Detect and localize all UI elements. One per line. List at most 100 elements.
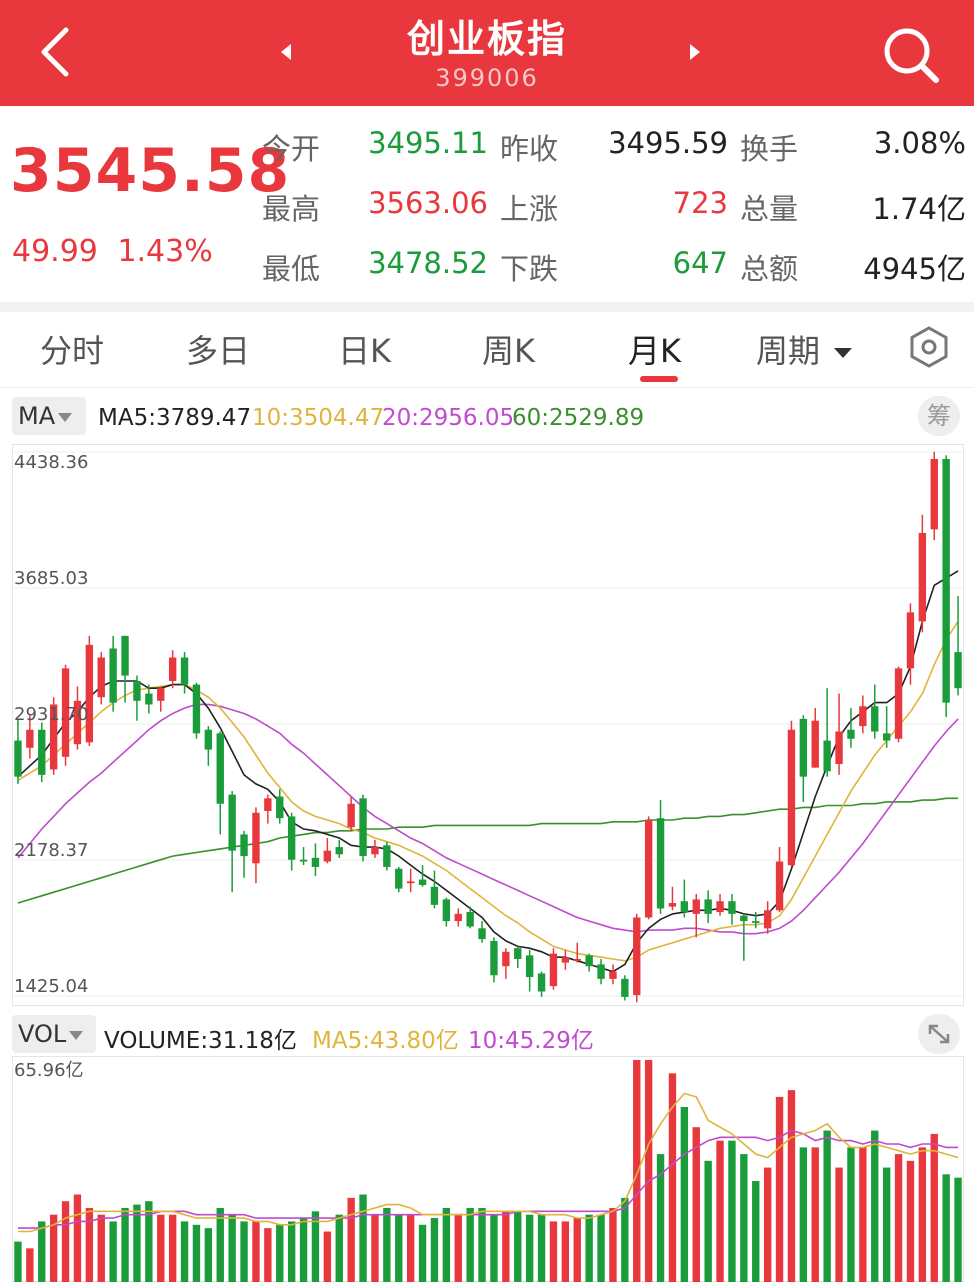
volume-axis-label: 65.96亿 <box>14 1060 84 1081</box>
volume-bar <box>85 1207 94 1282</box>
prev-close-value: 3495.59 <box>608 126 728 160</box>
chip-distribution-button[interactable]: 筹 <box>918 396 960 436</box>
expand-icon[interactable] <box>918 1014 960 1054</box>
volume-bar <box>478 1207 486 1282</box>
volume-bar <box>680 1106 689 1282</box>
volume-bar <box>859 1147 867 1282</box>
candle <box>835 693 843 775</box>
ma5-line <box>17 570 959 973</box>
ma-legend-bar: MA MA5:3789.47 10:3504.47 20:2956.05 60:… <box>0 392 974 440</box>
change-value: 49.99 <box>12 234 98 269</box>
candle <box>537 971 546 997</box>
candle <box>276 789 284 824</box>
volume-chart[interactable]: 65.96亿 <box>12 1056 964 1282</box>
search-icon[interactable] <box>876 20 946 90</box>
volume-bar <box>395 1214 403 1282</box>
candle <box>942 455 950 718</box>
volume-ma10-legend: 10:45.29亿 <box>468 1028 594 1054</box>
tab-monthly-k[interactable]: 月K <box>628 326 681 372</box>
candle <box>585 953 593 972</box>
volume-bar <box>918 1147 927 1282</box>
tab-intraday[interactable]: 分时 <box>40 326 104 372</box>
volume-bar <box>740 1154 748 1282</box>
volume-bar <box>490 1214 498 1282</box>
volume-bar <box>97 1214 105 1282</box>
candle <box>525 949 534 992</box>
turnover-label: 换手 <box>740 132 799 166</box>
section-divider <box>0 302 974 312</box>
volume-bar <box>621 1197 629 1282</box>
volume-bar <box>359 1194 367 1282</box>
candle <box>763 901 772 934</box>
candle <box>728 894 736 925</box>
volume-bar <box>728 1140 736 1282</box>
volume-bar <box>787 1090 796 1282</box>
candle <box>882 706 891 748</box>
high-value: 3563.06 <box>368 186 488 220</box>
volume-bar <box>418 1224 427 1282</box>
next-index-icon[interactable] <box>682 40 706 64</box>
candle <box>490 937 498 983</box>
indicator-selector-vol[interactable]: VOL <box>12 1015 96 1053</box>
candle <box>97 652 105 705</box>
volume-bar <box>716 1140 724 1282</box>
volume-bar <box>525 1214 534 1282</box>
candle <box>323 838 332 864</box>
volume-bar <box>502 1211 510 1282</box>
ma60-line <box>17 797 959 904</box>
candlestick-chart[interactable]: 4438.36 3685.03 2931.70 2178.37 1425.04 <box>12 444 964 1006</box>
candle <box>799 715 808 802</box>
candle <box>478 921 486 943</box>
candle <box>406 868 415 893</box>
volume-bar <box>26 1248 34 1282</box>
candle <box>704 890 712 923</box>
volume-bar <box>835 1167 843 1282</box>
settings-hexagon-icon[interactable] <box>904 322 954 372</box>
volume-bar <box>633 1060 641 1282</box>
candle <box>621 975 629 1001</box>
volume-bar <box>775 1096 784 1282</box>
volume-bar <box>299 1218 308 1282</box>
volume-bar <box>204 1228 213 1282</box>
candle <box>383 841 391 871</box>
volume-bar <box>61 1201 70 1282</box>
candle <box>252 807 260 884</box>
tab-period-dropdown[interactable]: 周期 <box>756 326 853 372</box>
candle <box>561 949 570 970</box>
volume-bar <box>514 1211 522 1282</box>
tab-weekly-k[interactable]: 周K <box>482 326 535 372</box>
candle <box>395 866 403 893</box>
indicator-selector-ma[interactable]: MA <box>12 397 86 435</box>
advancers-value: 723 <box>672 186 728 220</box>
total-amount-value: 4945亿 <box>863 252 966 286</box>
tab-multi-day[interactable]: 多日 <box>186 326 250 372</box>
candle <box>918 514 927 633</box>
volume-bar <box>192 1224 201 1282</box>
candle <box>299 847 308 866</box>
volume-bar <box>430 1218 439 1282</box>
chevron-down-icon <box>69 1030 84 1040</box>
volume-bar <box>240 1221 248 1282</box>
volume-bar <box>168 1214 177 1282</box>
candle <box>668 886 677 911</box>
volume-bar <box>799 1147 808 1282</box>
volume-bar <box>133 1204 141 1282</box>
volume-bar <box>549 1221 558 1282</box>
volume-bar <box>180 1221 189 1282</box>
advancers-label: 上涨 <box>500 192 559 226</box>
tab-daily-k[interactable]: 日K <box>338 326 391 372</box>
volume-bar <box>38 1221 46 1282</box>
volume-bar <box>871 1130 879 1282</box>
volume-bar <box>466 1207 474 1282</box>
volume-bar <box>252 1221 260 1282</box>
volume-bar <box>371 1214 379 1282</box>
volume-bar <box>276 1224 284 1282</box>
candle <box>514 946 522 969</box>
volume-bar <box>109 1221 117 1282</box>
candle <box>633 913 641 1003</box>
volume-bar <box>811 1147 819 1282</box>
candle <box>287 812 296 871</box>
candle <box>894 666 903 743</box>
chevron-down-icon <box>58 412 73 422</box>
candle <box>823 688 831 777</box>
